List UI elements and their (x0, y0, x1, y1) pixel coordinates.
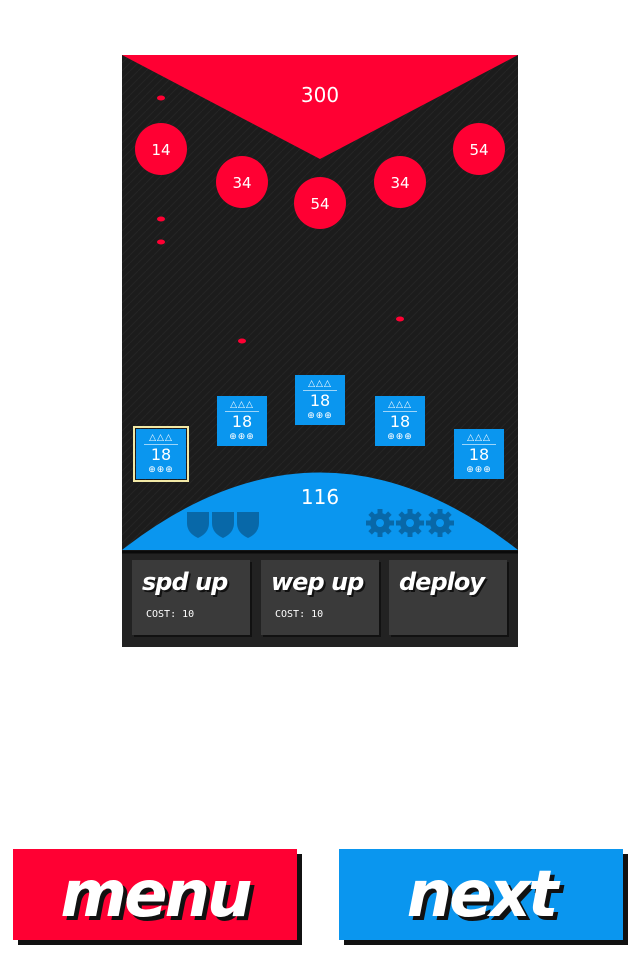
enemy-unit[interactable]: 34 (374, 156, 426, 208)
unit-level: 18 (468, 445, 490, 464)
weapon-icons: ⊕⊕⊕ (466, 465, 492, 475)
enemy-projectile (238, 338, 246, 344)
next-button[interactable]: next (339, 849, 623, 940)
weapon-upgrade-label: wep up (271, 568, 364, 596)
deploy-button[interactable]: deploy (389, 560, 507, 635)
speed-upgrade-button[interactable]: spd up COST: 10 (132, 560, 250, 635)
weapon-icons: ⊕⊕⊕ (307, 411, 333, 421)
weapon-icons: ⊕⊕⊕ (387, 432, 413, 442)
player-unit[interactable]: △△△ 18 ⊕⊕⊕ (454, 429, 504, 479)
unit-level: 18 (231, 412, 253, 431)
enemy-hp: 34 (390, 174, 409, 192)
player-unit[interactable]: △△△ 18 ⊕⊕⊕ (295, 375, 345, 425)
rank-icons: △△△ (303, 378, 337, 391)
enemy-hp: 54 (469, 141, 488, 159)
enemy-hp: 14 (151, 141, 170, 159)
player-base-hp: 116 (301, 485, 339, 509)
unit-level: 18 (309, 391, 331, 410)
arena-graphics: 300 14 34 54 34 54 116 (122, 55, 518, 647)
rank-icons: △△△ (383, 399, 417, 412)
rank-icons: △△△ (462, 432, 496, 445)
enemy-unit[interactable]: 54 (453, 123, 505, 175)
rank-icons: △△△ (144, 432, 178, 445)
enemy-projectile (157, 216, 165, 222)
enemy-projectile (157, 95, 165, 101)
gear-icon (426, 509, 454, 537)
player-unit[interactable]: △△△ 18 ⊕⊕⊕ (133, 426, 189, 482)
player-unit[interactable]: △△△ 18 ⊕⊕⊕ (217, 396, 267, 446)
weapon-upgrade-button[interactable]: wep up COST: 10 (261, 560, 379, 635)
deploy-label: deploy (399, 568, 485, 596)
speed-upgrade-cost: COST: 10 (146, 609, 195, 620)
enemy-unit[interactable]: 14 (135, 123, 187, 175)
gear-icon (366, 509, 394, 537)
menu-button-label: menu (60, 857, 252, 932)
enemy-unit[interactable]: 54 (294, 177, 346, 229)
speed-upgrade-label: spd up (142, 568, 228, 596)
weapon-icons: ⊕⊕⊕ (229, 432, 255, 442)
menu-button[interactable]: menu (13, 849, 297, 940)
enemy-hp: 34 (232, 174, 251, 192)
game-board: 300 14 34 54 34 54 116 △△△ 18 ⊕⊕⊕ △△△ 18… (122, 55, 518, 647)
enemy-unit[interactable]: 34 (216, 156, 268, 208)
weapon-upgrade-cost: COST: 10 (275, 609, 324, 620)
enemy-projectile (157, 239, 165, 245)
next-button-label: next (406, 857, 559, 932)
enemy-projectile (396, 316, 404, 322)
unit-level: 18 (150, 445, 172, 464)
enemy-hp: 54 (310, 195, 329, 213)
enemy-base-hp: 300 (301, 83, 339, 107)
unit-level: 18 (389, 412, 411, 431)
player-unit[interactable]: △△△ 18 ⊕⊕⊕ (375, 396, 425, 446)
weapon-icons: ⊕⊕⊕ (148, 465, 174, 475)
gear-icon (396, 509, 424, 537)
rank-icons: △△△ (225, 399, 259, 412)
